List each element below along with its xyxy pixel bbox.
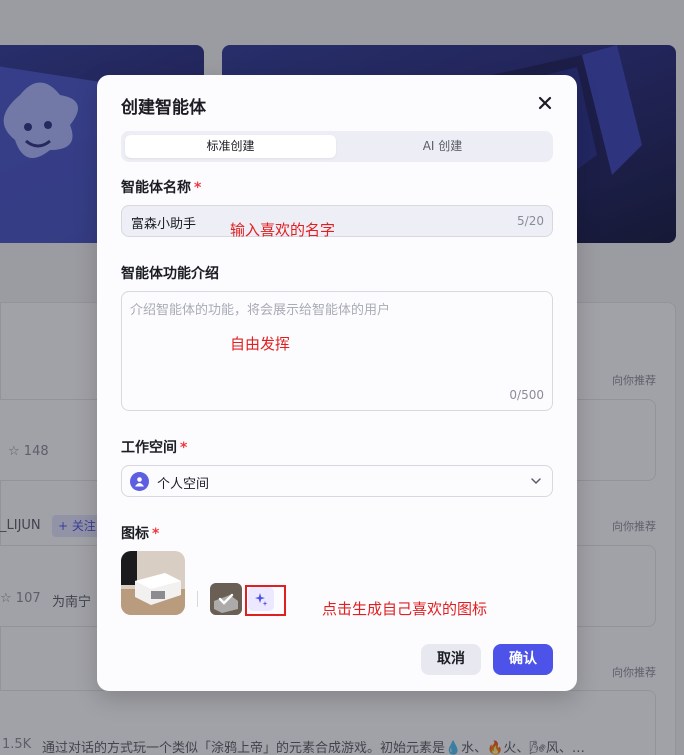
- agent-name-input[interactable]: 富森小助手 5/20: [121, 205, 553, 237]
- icon-label: 图标 *: [121, 523, 159, 543]
- icon-option-thumbnail[interactable]: [210, 583, 242, 615]
- confirm-button[interactable]: 确认: [493, 644, 553, 675]
- workspace-value: 个人空间: [157, 477, 210, 492]
- annotation-desc-hint: 自由发挥: [230, 335, 291, 353]
- close-icon: [538, 96, 552, 110]
- check-icon: [210, 583, 242, 615]
- highlight-box: [245, 585, 286, 616]
- name-char-counter: 5/20: [517, 214, 544, 228]
- dialog-title: 创建智能体: [121, 98, 206, 118]
- workspace-label-text: 工作空间: [121, 440, 177, 456]
- agent-name-value[interactable]: 富森小助手: [131, 213, 196, 232]
- device-image: [121, 551, 185, 615]
- workspace-label: 工作空间 *: [121, 437, 187, 457]
- workspace-select[interactable]: 个人空间: [121, 465, 553, 497]
- icon-label-text: 图标: [121, 526, 149, 542]
- create-mode-tabs: 标准创建 AI 创建: [121, 131, 553, 162]
- close-button[interactable]: [535, 93, 555, 113]
- annotation-icon-hint: 点击生成自己喜欢的图标: [322, 600, 488, 618]
- name-label: 智能体名称 *: [121, 177, 201, 197]
- required-mark: *: [194, 180, 202, 196]
- user-icon: [130, 472, 149, 491]
- chevron-down-icon: [531, 478, 541, 485]
- description-char-counter: 0/500: [509, 388, 544, 402]
- agent-avatar-preview[interactable]: [121, 551, 185, 615]
- cancel-button[interactable]: 取消: [421, 644, 481, 675]
- tab-ai-create[interactable]: AI 创建: [337, 135, 548, 158]
- annotation-name-hint: 输入喜欢的名字: [230, 221, 336, 239]
- description-label: 智能体功能介绍: [121, 266, 219, 282]
- required-mark: *: [152, 526, 160, 542]
- agent-description-textarea[interactable]: 介绍智能体的功能，将会展示给智能体的用户 0/500: [121, 291, 553, 411]
- tab-standard-create[interactable]: 标准创建: [125, 135, 336, 158]
- description-placeholder: 介绍智能体的功能，将会展示给智能体的用户: [130, 303, 391, 318]
- required-mark: *: [180, 440, 188, 456]
- name-label-text: 智能体名称: [121, 180, 191, 196]
- icon-divider: [197, 591, 198, 607]
